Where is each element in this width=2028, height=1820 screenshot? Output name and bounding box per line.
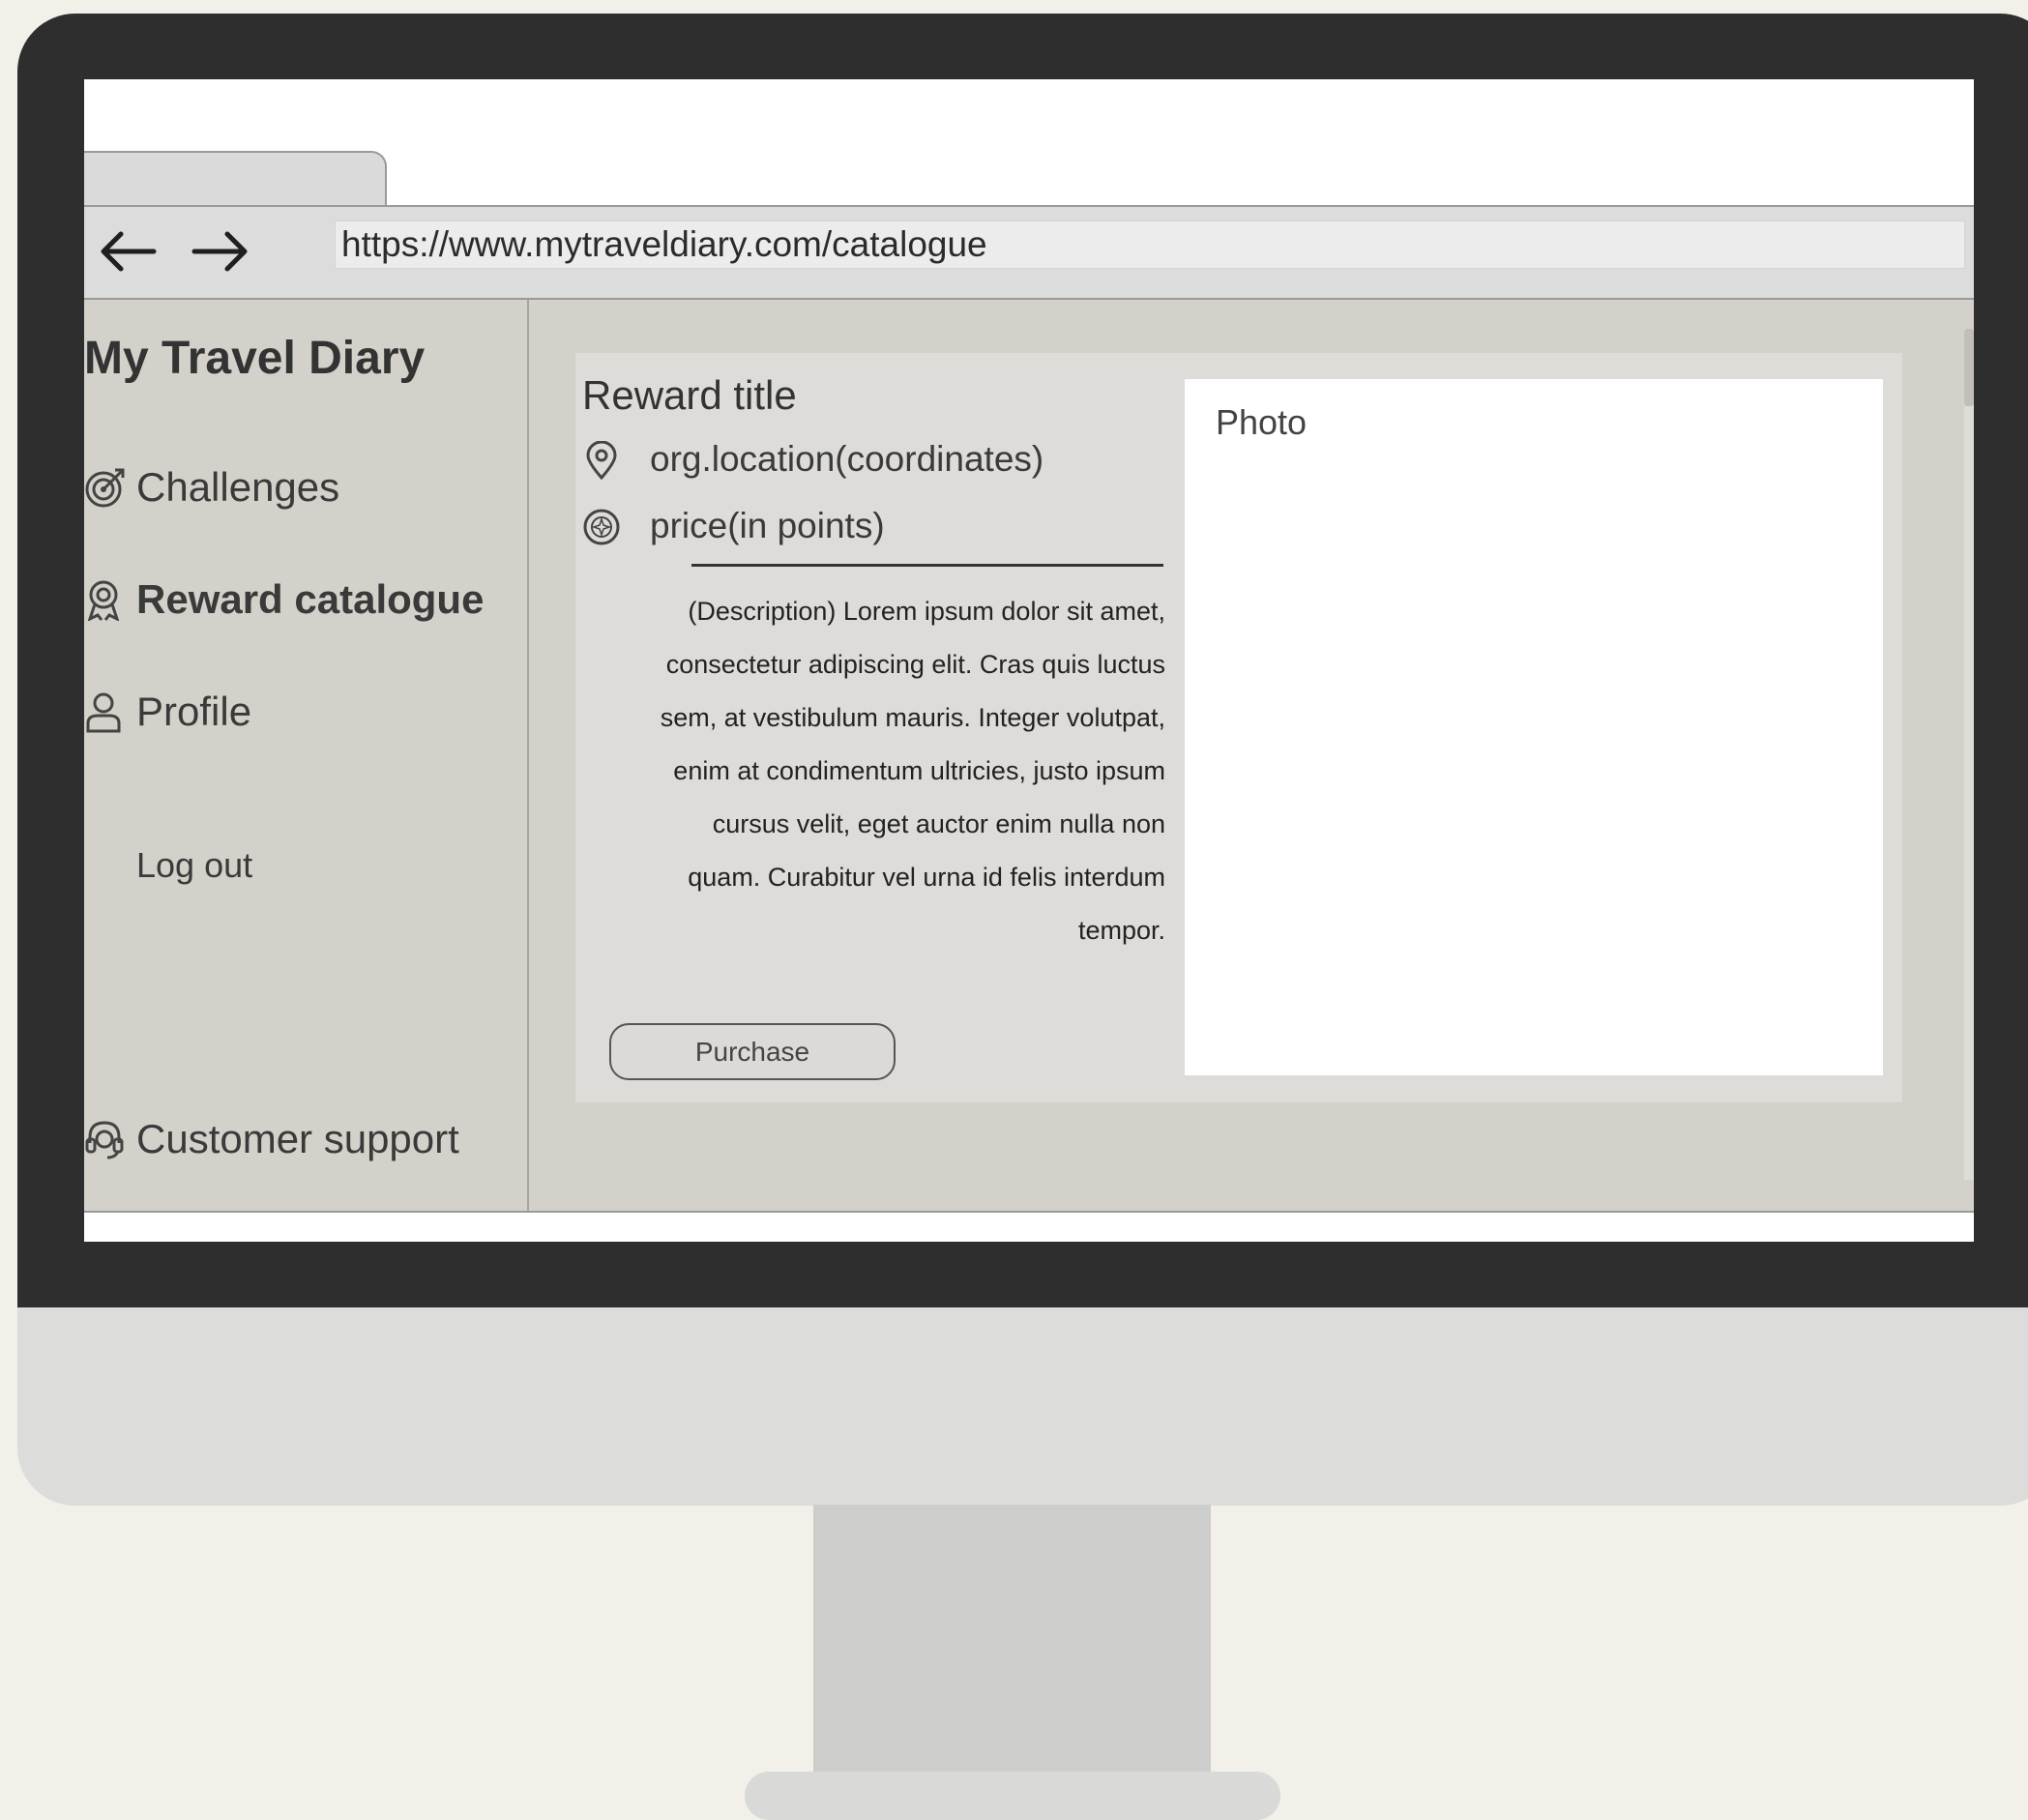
- forward-arrow-icon[interactable]: [191, 228, 252, 275]
- reward-photo: Photo: [1185, 379, 1883, 1075]
- user-icon: [84, 690, 127, 733]
- sidebar-item-label: Customer support: [136, 1116, 459, 1161]
- sidebar: My Travel Diary Challenges Reward catalo…: [84, 300, 529, 1211]
- reward-card: Reward title org.location(coordinates) p…: [575, 353, 1902, 1102]
- photo-label: Photo: [1216, 402, 1308, 442]
- location-pin-icon: [582, 440, 621, 481]
- scrollbar-thumb[interactable]: [1964, 329, 1974, 406]
- scrollbar-track[interactable]: [1964, 329, 1974, 1180]
- sidebar-item-label: Profile: [136, 689, 252, 734]
- monitor-stand-base: [745, 1772, 1280, 1820]
- monitor-chin: [17, 1307, 2028, 1506]
- address-bar[interactable]: https://www.mytraveldiary.com/catalogue: [335, 220, 1965, 269]
- logout-link[interactable]: Log out: [136, 845, 252, 886]
- reward-price-text: price(in points): [650, 506, 885, 545]
- monitor-stand-neck: [813, 1505, 1211, 1774]
- main-panel: Reward title org.location(coordinates) p…: [529, 300, 1974, 1211]
- divider: [691, 564, 1163, 567]
- reward-title: Reward title: [582, 372, 797, 418]
- reward-location-text: org.location(coordinates): [650, 439, 1044, 479]
- sidebar-item-label: Challenges: [136, 464, 340, 510]
- reward-description: (Description) Lorem ipsum dolor sit amet…: [660, 597, 1165, 945]
- award-icon: [84, 578, 127, 622]
- app-title: My Travel Diary: [84, 333, 426, 384]
- app-window: My Travel Diary Challenges Reward catalo…: [84, 300, 1974, 1213]
- coin-icon: [582, 508, 621, 546]
- browser-toolbar: https://www.mytraveldiary.com/catalogue: [84, 205, 1974, 300]
- browser-tab[interactable]: [84, 151, 387, 205]
- sidebar-item-label: Reward catalogue: [136, 576, 485, 622]
- headset-icon: [84, 1118, 127, 1160]
- target-icon: [84, 466, 127, 509]
- purchase-button[interactable]: Purchase: [609, 1023, 896, 1080]
- monitor-screen: https://www.mytraveldiary.com/catalogue …: [84, 79, 1974, 1242]
- back-arrow-icon[interactable]: [96, 228, 158, 275]
